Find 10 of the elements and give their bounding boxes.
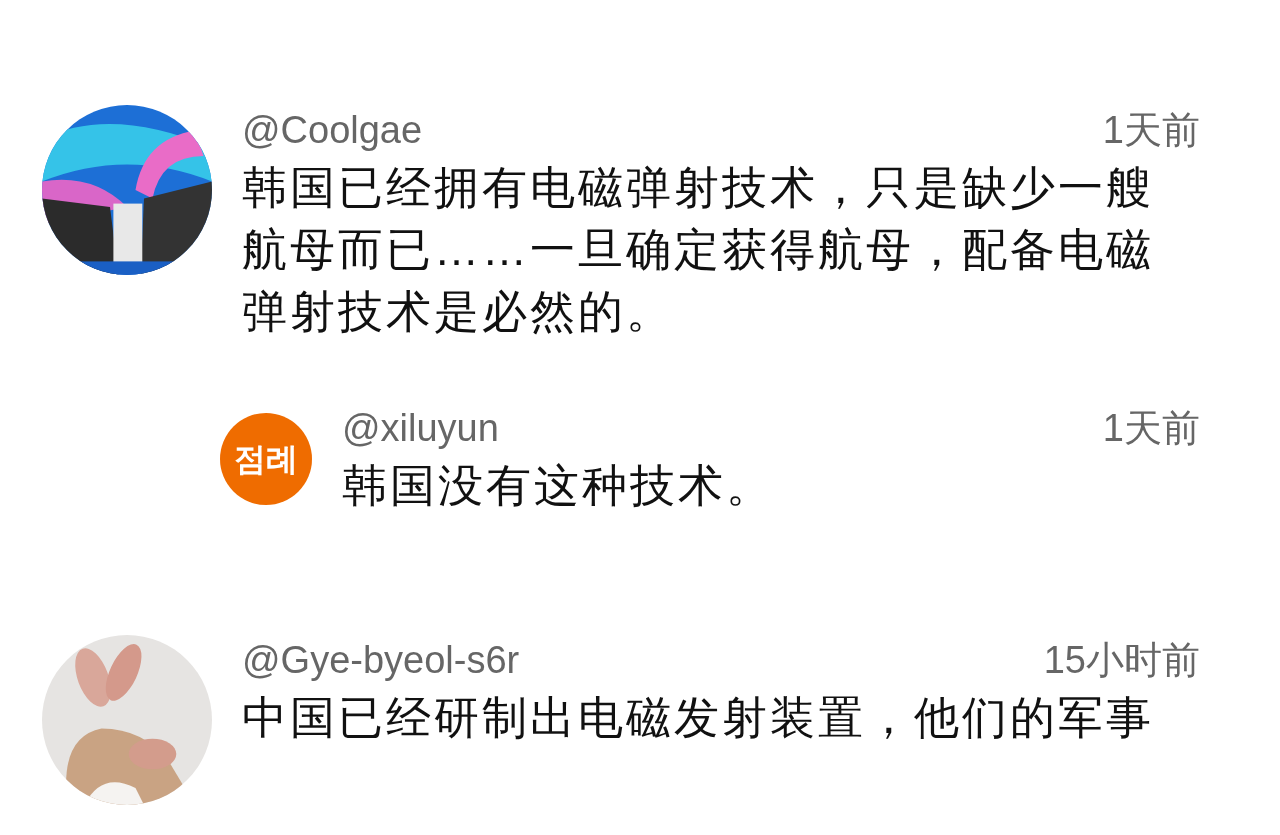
username[interactable]: @Coolgae [242, 105, 423, 155]
comment-text: 中国已经研制出电磁发射装置，他们的军事 [242, 691, 1155, 745]
timestamp: 15小时前 [1043, 638, 1200, 683]
avatar: 점례 [220, 413, 312, 505]
username[interactable]: @Gye-byeol-s6r [242, 635, 520, 685]
username[interactable]: @xiluyun [342, 403, 499, 453]
timestamp: 1天前 [1102, 406, 1200, 451]
timestamp: 1天前 [1102, 108, 1200, 153]
comment-text: 韩国已经拥有电磁弹射技术，只是缺少一艘航母而已……一旦确定获得航母，配备电磁弹射技术是必然的。 [242, 161, 1155, 339]
comment-text: 韩国没有这种技术。 [342, 459, 775, 513]
